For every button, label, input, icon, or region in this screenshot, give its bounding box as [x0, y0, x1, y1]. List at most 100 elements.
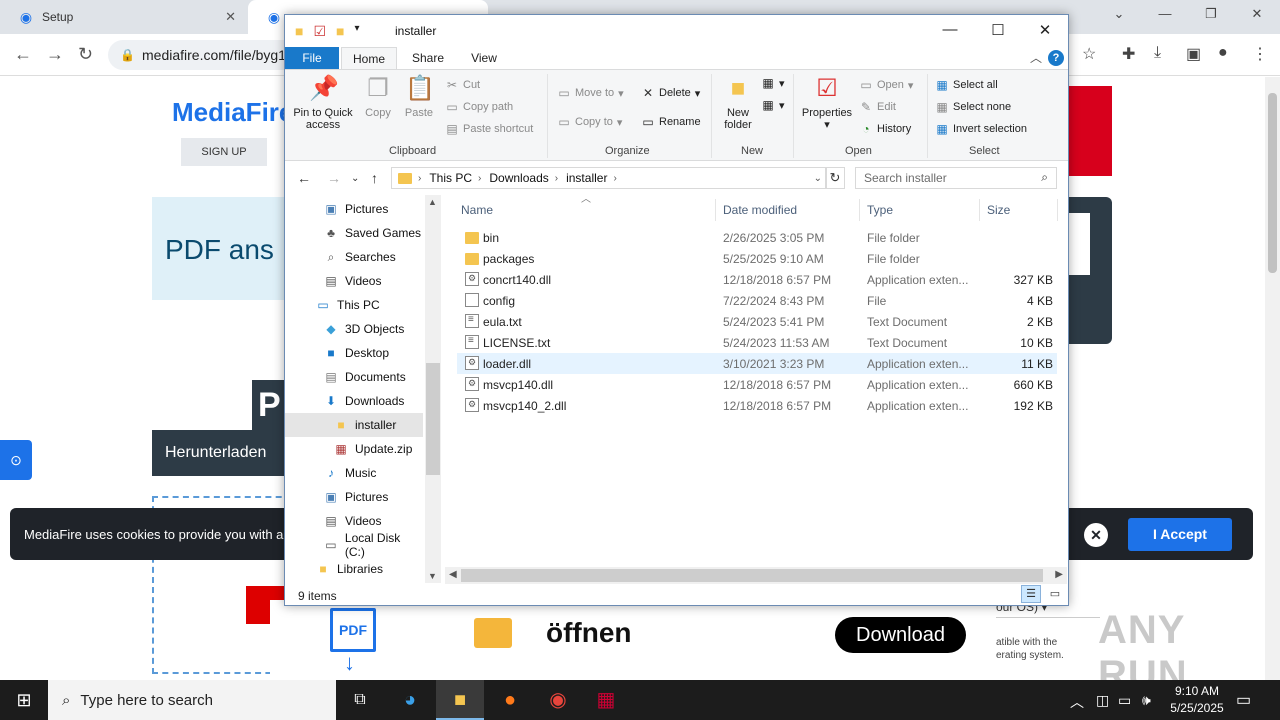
task-view-icon[interactable]: ⧉	[336, 680, 384, 720]
search-input[interactable]: Search installer ⌕	[855, 167, 1057, 189]
close-tab-icon[interactable]: ✕	[225, 9, 236, 25]
recent-locations-icon[interactable]: ⌄	[351, 173, 359, 184]
chevron-right-icon[interactable]: ›	[418, 173, 421, 184]
back-icon[interactable]: ←	[297, 170, 311, 186]
file-row-loader-dll[interactable]: loader.dll 3/10/2021 3:23 PM Application…	[457, 353, 1057, 374]
tab-home[interactable]: Home	[341, 47, 397, 69]
new-folder-icon[interactable]: ■	[336, 23, 344, 40]
tray-overflow-icon[interactable]: ︿	[1070, 692, 1084, 712]
mediafire-logo[interactable]: MediaFire	[172, 97, 293, 128]
breadcrumb-installer[interactable]: installer	[566, 171, 607, 185]
cookie-close-icon[interactable]: ✕	[1084, 523, 1108, 547]
tab-share[interactable]: Share	[403, 47, 453, 69]
scroll-thumb[interactable]	[461, 569, 1043, 582]
file-row-msvcp140-dll[interactable]: msvcp140.dll 12/18/2018 6:57 PM Applicat…	[457, 374, 1057, 395]
taskbar-search-input[interactable]: ⌕ Type here to search	[48, 680, 336, 720]
tree-item-update-zip[interactable]: ▦ Update.zip	[285, 437, 423, 461]
tree-item-local-disk[interactable]: ▭ Local Disk (C:)	[285, 531, 423, 559]
tree-item-3d-objects[interactable]: ◆ 3D Objects	[285, 317, 423, 341]
forward-icon[interactable]: →	[327, 170, 341, 186]
tree-item-this-pc[interactable]: ▭ This PC	[285, 293, 423, 317]
file-row-concrt140-dll[interactable]: concrt140.dll 12/18/2018 6:57 PM Applica…	[457, 269, 1057, 290]
rename-button[interactable]: ▭ Rename	[641, 115, 700, 129]
tab-file[interactable]: File	[285, 47, 339, 69]
details-view-icon[interactable]: ☰	[1021, 585, 1041, 603]
column-size[interactable]: Size	[987, 203, 1010, 217]
file-row-msvcp140-2-dll[interactable]: msvcp140_2.dll 12/18/2018 6:57 PM Applic…	[457, 395, 1057, 416]
scroll-left-icon[interactable]: ◀	[449, 569, 457, 580]
ad-red-banner[interactable]	[1068, 86, 1112, 176]
network-icon[interactable]: ▭	[1118, 692, 1131, 709]
copy-path-button[interactable]: ▭ Copy path	[445, 100, 513, 114]
file-row-bin[interactable]: bin 2/26/2025 3:05 PM File folder	[457, 227, 1057, 248]
scroll-up-icon[interactable]: ▲	[428, 197, 437, 207]
tree-item-pictures[interactable]: ▣ Pictures	[285, 197, 423, 221]
column-name[interactable]: Name	[461, 203, 493, 217]
file-row-license-txt[interactable]: LICENSE.txt 5/24/2023 11:53 AM Text Docu…	[457, 332, 1057, 353]
chrome-icon[interactable]: ◉	[534, 680, 582, 720]
file-row-eula-txt[interactable]: eula.txt 5/24/2023 5:41 PM Text Document…	[457, 311, 1057, 332]
easy-access-button[interactable]: ▦ ▾	[761, 98, 784, 112]
move-to-button[interactable]: ▭ Move to ▾	[557, 86, 623, 100]
tree-item-videos-2[interactable]: ▤ Videos	[285, 509, 423, 533]
tree-item-saved-games[interactable]: ♣ Saved Games	[285, 221, 423, 245]
minimize-icon[interactable]: —	[1142, 6, 1188, 22]
help-icon[interactable]: ?	[1048, 50, 1064, 66]
delete-button[interactable]: ✕ Delete ▾	[641, 86, 700, 100]
cut-button[interactable]: ✂ Cut	[445, 78, 480, 92]
file-row-config[interactable]: config 7/22/2024 8:43 PM File 4 KB	[457, 290, 1057, 311]
tree-item-documents[interactable]: ▤ Documents	[285, 365, 423, 389]
bookmark-star-icon[interactable]: ☆	[1082, 44, 1096, 64]
scroll-down-icon[interactable]: ▼	[428, 571, 437, 581]
new-folder-button[interactable]: ■ New folder	[717, 74, 759, 131]
tab-search-icon[interactable]: ⌄	[1096, 6, 1142, 22]
customize-toolbar-icon[interactable]: ▾	[355, 23, 360, 40]
file-row-packages[interactable]: packages 5/25/2025 9:10 AM File folder	[457, 248, 1057, 269]
tree-item-music[interactable]: ♪ Music	[285, 461, 423, 485]
history-button[interactable]: ◔ History	[859, 122, 911, 136]
column-type[interactable]: Type	[867, 203, 893, 217]
tree-item-videos[interactable]: ▤ Videos	[285, 269, 423, 293]
file-explorer-icon[interactable]: ■	[436, 680, 484, 720]
restore-icon[interactable]: ❐	[1188, 6, 1234, 22]
tree-item-installer[interactable]: ■ installer	[285, 413, 423, 437]
page-scrollbar[interactable]	[1265, 77, 1280, 680]
firefox-icon[interactable]: ●	[486, 680, 534, 720]
breadcrumb-this-pc[interactable]: This PC	[429, 171, 472, 185]
ad-dark-banner[interactable]	[1068, 197, 1112, 344]
ad-download-button[interactable]: Download	[835, 617, 966, 653]
accept-cookies-button[interactable]: I Accept	[1128, 518, 1232, 551]
select-none-button[interactable]: ▦ Select none	[935, 100, 1011, 114]
new-item-button[interactable]: ▦ ▾	[761, 76, 784, 90]
browser-tab-setup[interactable]: ◉ Setup ✕	[0, 0, 248, 34]
extensions-icon[interactable]: ✚	[1122, 44, 1135, 64]
address-dropdown-icon[interactable]: ⌄	[814, 173, 822, 184]
scroll-right-icon[interactable]: ▶	[1055, 569, 1063, 580]
reload-icon[interactable]: ↻	[78, 44, 93, 65]
properties-icon[interactable]: ☑	[313, 23, 326, 40]
pin-quick-access-button[interactable]: 📌 Pin to Quick access	[291, 74, 355, 131]
notifications-icon[interactable]: ▭	[1236, 690, 1251, 710]
tree-item-desktop[interactable]: ■ Desktop	[285, 341, 423, 365]
sidebar-icon[interactable]: ▣	[1186, 44, 1201, 64]
chevron-right-icon[interactable]: ›	[478, 173, 481, 184]
paste-button[interactable]: 📋 Paste	[401, 74, 437, 119]
column-date-modified[interactable]: Date modified	[723, 203, 797, 217]
edit-button[interactable]: ✎ Edit	[859, 100, 896, 114]
side-help-icon[interactable]: ⊙	[0, 440, 32, 480]
close-icon[interactable]: ✕	[1234, 6, 1280, 22]
tree-item-downloads[interactable]: ⬇ Downloads	[285, 389, 423, 413]
tree-item-searches[interactable]: ⌕ Searches	[285, 245, 423, 269]
profile-avatar-icon[interactable]: ●	[1218, 44, 1228, 62]
back-icon[interactable]: ←	[14, 44, 32, 65]
winrar-icon[interactable]: ▦	[582, 680, 630, 720]
security-icon[interactable]: ◫	[1096, 692, 1109, 709]
select-all-button[interactable]: ▦ Select all	[935, 78, 997, 92]
signup-button[interactable]: SIGN UP	[181, 138, 267, 166]
up-icon[interactable]: ↑	[371, 170, 378, 186]
chevron-right-icon[interactable]: ›	[555, 173, 558, 184]
close-icon[interactable]: ✕	[1022, 21, 1068, 39]
tab-view[interactable]: View	[459, 47, 509, 69]
volume-icon[interactable]: 🕪	[1142, 692, 1151, 709]
edge-icon[interactable]: ◕	[386, 680, 434, 720]
